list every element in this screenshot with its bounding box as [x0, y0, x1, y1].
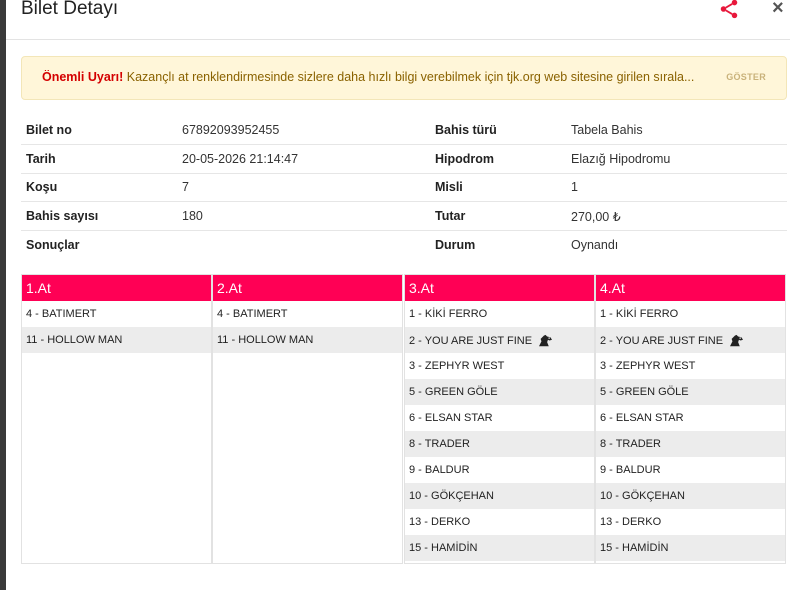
horse-selection-item: 5 - GREEN GÖLE [596, 379, 785, 405]
horse-selection-item: 1 - KİKİ FERRO [596, 301, 785, 327]
info-label: Koşu [26, 180, 58, 194]
horse-selection-label: 3 - ZEPHYR WEST [409, 360, 505, 372]
horse-column-header: 2.At [213, 275, 402, 301]
horse-selection-label: 5 - GREEN GÖLE [600, 386, 689, 398]
horse-selection-label: 6 - ELSAN STAR [600, 412, 684, 424]
horse-selection-item: 3 - ZEPHYR WEST [405, 353, 594, 379]
horse-selection-label: 13 - DERKO [409, 516, 471, 528]
horse-selection-label: 4 - BATIMERT [26, 308, 97, 320]
alert-body: Kazançlı at renklendirmesinde sizlere da… [123, 70, 695, 84]
horse-selection-label: 4 - BATIMERT [217, 308, 288, 320]
horse-selection-item: 9 - BALDUR [596, 457, 785, 483]
horse-selection-item: 6 - ELSAN STAR [405, 405, 594, 431]
horse-selection-item: 13 - DERKO [405, 509, 594, 535]
info-value: 67892093952455 [182, 123, 280, 137]
horse-head-icon [537, 334, 554, 347]
horse-selection-label: 3 - ZEPHYR WEST [600, 360, 696, 372]
info-label: Tutar [435, 209, 466, 223]
horse-selection-label: 1 - KİKİ FERRO [600, 308, 679, 320]
horse-column-header: 1.At [22, 275, 211, 301]
info-value: Tabela Bahis [571, 123, 643, 137]
info-value: Oynandı [571, 238, 619, 252]
alert-message: Önemli Uyarı! Kazançlı at renklendirmesi… [42, 70, 702, 84]
horse-selection-label: 10 - GÖKÇEHAN [409, 490, 494, 502]
info-label: Bahis sayısı [26, 209, 99, 223]
close-icon[interactable]: × [772, 0, 784, 19]
modal-title: Bilet Detayı [21, 0, 119, 19]
horse-selection-label: 9 - BALDUR [600, 464, 661, 476]
info-value: 7 [182, 180, 189, 194]
info-label: Tarih [26, 152, 56, 166]
info-label: Hipodrom [435, 152, 495, 166]
horse-selection-item: 6 - ELSAN STAR [596, 405, 785, 431]
horse-selection-label: 1 - KİKİ FERRO [409, 308, 488, 320]
ticket-detail-modal: Bilet Detayı × Önemli Uyarı! Kazançlı at… [6, 0, 790, 590]
horse-selection-label: 11 - HOLLOW MAN [26, 334, 123, 346]
info-label: Bilet no [26, 123, 72, 137]
horse-selection-item: 4 - BATIMERT [213, 301, 402, 327]
horse-column: 3.At 1 - KİKİ FERRO 2 - YOU ARE JUST FINE 3… [404, 274, 595, 564]
info-value: 1 [571, 180, 578, 194]
info-label: Sonuçlar [26, 238, 80, 252]
horse-selection-label: 8 - TRADER [409, 438, 470, 450]
horse-selection-label: 2 - YOU ARE JUST FINE [409, 335, 533, 347]
info-value: 270,00 ₺ [571, 210, 621, 224]
horse-head-icon [728, 334, 745, 347]
horse-selection-item: 2 - YOU ARE JUST FINE [596, 327, 785, 353]
info-value: 20-05-2026 21:14:47 [182, 152, 299, 166]
horse-selection-label: 15 - HAMİDİN [409, 542, 478, 554]
horse-selection-item: 10 - GÖKÇEHAN [405, 483, 594, 509]
horse-selection-label: 10 - GÖKÇEHAN [600, 490, 685, 502]
info-value: Elazığ Hipodromu [571, 152, 671, 166]
info-row: Tarih 20-05-2026 21:14:47 Hipodrom Elazı… [21, 145, 787, 174]
info-label: Misli [435, 180, 463, 194]
horse-selection-item: 8 - TRADER [596, 431, 785, 457]
horse-selections-grid: 1.At 4 - BATIMERT 11 - HOLLOW MAN 2.At 4 - B… [21, 274, 787, 564]
alert-strong-label: Önemli Uyarı! [42, 70, 124, 84]
horse-selection-item: 2 - YOU ARE JUST FINE [405, 327, 594, 353]
horse-selection-item: 10 - GÖKÇEHAN [596, 483, 785, 509]
info-value: 180 [182, 209, 203, 223]
horse-column-header: 4.At [596, 275, 785, 301]
info-row: Bahis sayısı 180 Tutar 270,00 ₺ [21, 202, 787, 231]
modal-header: Bilet Detayı × [6, 0, 790, 40]
important-warning-alert: Önemli Uyarı! Kazançlı at renklendirmesi… [21, 56, 787, 100]
horse-selection-label: 13 - DERKO [600, 516, 662, 528]
horse-selection-label: 8 - TRADER [600, 438, 661, 450]
horse-selection-item: 15 - HAMİDİN [405, 535, 594, 561]
horse-selection-item: 15 - HAMİDİN [596, 535, 785, 561]
share-icon[interactable] [718, 0, 740, 20]
horse-selection-item: 11 - HOLLOW MAN [22, 327, 211, 353]
horse-selection-label: 15 - HAMİDİN [600, 542, 669, 554]
horse-selection-item: 5 - GREEN GÖLE [405, 379, 594, 405]
horse-selection-item: 4 - BATIMERT [22, 301, 211, 327]
horse-selection-item: 9 - BALDUR [405, 457, 594, 483]
horse-selection-label: 9 - BALDUR [409, 464, 470, 476]
horse-selection-label: 6 - ELSAN STAR [409, 412, 493, 424]
horse-selection-item: 3 - ZEPHYR WEST [596, 353, 785, 379]
info-row: Sonuçlar Durum Oynandı [21, 231, 787, 260]
horse-selection-label: 2 - YOU ARE JUST FINE [600, 335, 724, 347]
horse-column: 1.At 4 - BATIMERT 11 - HOLLOW MAN [21, 274, 212, 564]
horse-selection-label: 5 - GREEN GÖLE [409, 386, 498, 398]
horse-selection-item: 11 - HOLLOW MAN [213, 327, 402, 353]
info-row: Koşu 7 Misli 1 [21, 173, 787, 202]
show-more-button[interactable]: GÖSTER [726, 72, 766, 82]
info-label: Durum [435, 238, 476, 252]
horse-selection-item: 1 - KİKİ FERRO [405, 301, 594, 327]
info-label: Bahis türü [435, 123, 497, 137]
horse-selection-label: 11 - HOLLOW MAN [217, 334, 314, 346]
horse-column: 2.At 4 - BATIMERT 11 - HOLLOW MAN [212, 274, 403, 564]
horse-column-header: 3.At [405, 275, 594, 301]
horse-selection-item: 13 - DERKO [596, 509, 785, 535]
info-row: Bilet no 67892093952455 Bahis türü Tabel… [21, 116, 787, 145]
horse-column: 4.At 1 - KİKİ FERRO 2 - YOU ARE JUST FINE 3… [595, 274, 786, 564]
horse-selection-item: 8 - TRADER [405, 431, 594, 457]
